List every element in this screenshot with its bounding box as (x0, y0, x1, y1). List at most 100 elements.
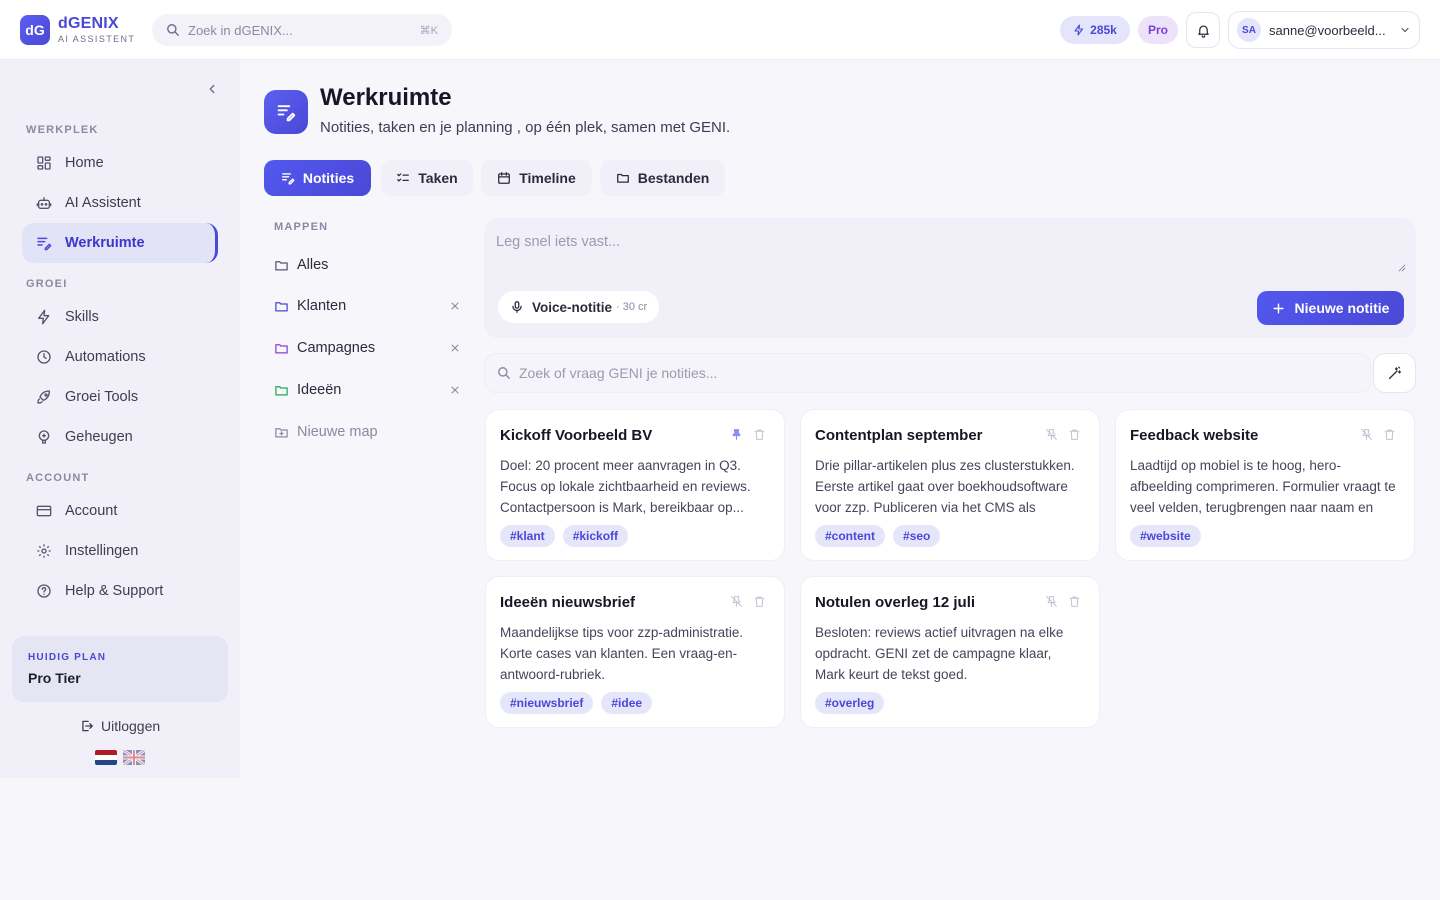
tab-bestanden[interactable]: Bestanden (600, 160, 725, 196)
global-search-input[interactable]: Zoek in dGENIX... ⌘K (152, 14, 452, 46)
sidebar-item-label: Werkruimte (65, 235, 145, 251)
note-body: Drie pillar-artikelen plus zes clusterst… (815, 458, 1075, 515)
gear-icon (35, 542, 53, 560)
search-icon (497, 366, 511, 380)
sidebar-item-geheugen[interactable]: Geheugen (22, 417, 218, 457)
sidebar-item-automations[interactable]: Automations (22, 337, 218, 377)
folder-icon (274, 383, 289, 398)
trash-icon[interactable] (753, 595, 766, 608)
resize-handle-icon[interactable] (1398, 264, 1406, 272)
note-tag[interactable]: #seo (893, 525, 941, 547)
sidebar-item-label: Geheugen (65, 429, 133, 445)
flag-uk-icon[interactable] (123, 750, 145, 765)
tab-timeline[interactable]: Timeline (481, 160, 592, 196)
help-icon (35, 582, 53, 600)
sidebar-item-instellingen[interactable]: Instellingen (22, 531, 218, 571)
calendar-icon (497, 171, 519, 185)
new-note-button[interactable]: Nieuwe notitie (1257, 291, 1404, 325)
app-name: dGENIX (58, 15, 119, 32)
robot-icon (35, 194, 53, 212)
pin-off-icon[interactable] (1045, 595, 1058, 608)
new-folder-label: Nieuwe map (297, 424, 378, 440)
current-plan-card[interactable]: HUIDIG PLAN Pro Tier (12, 636, 228, 702)
pin-off-icon[interactable] (1045, 428, 1058, 441)
microphone-icon (510, 300, 532, 314)
app-subtitle: AI ASSISTENT (58, 34, 136, 44)
note-tag[interactable]: #idee (601, 692, 653, 714)
note-tag[interactable]: #klant (500, 525, 555, 547)
flag-nl-icon[interactable] (95, 750, 117, 765)
brain-icon (35, 428, 53, 446)
sidebar-item-label: Automations (65, 349, 146, 365)
page-subtitle: Notities, taken en je planning , op één … (320, 119, 731, 136)
note-card[interactable]: Ideeën nieuwsbrief Maandelijkse tips voo… (485, 576, 785, 728)
sidebar-item-account[interactable]: Account (22, 491, 218, 531)
plan-badge[interactable]: Pro (1138, 16, 1178, 44)
plan-value: Pro Tier (28, 670, 81, 686)
trash-icon[interactable] (1068, 428, 1081, 441)
section-label-account: ACCOUNT (26, 472, 90, 484)
pin-off-icon[interactable] (1360, 428, 1373, 441)
note-tag[interactable]: #nieuwsbrief (500, 692, 594, 714)
pin-off-icon[interactable] (730, 595, 743, 608)
voice-note-button[interactable]: Voice-notitie · 30 cr (498, 291, 660, 323)
sidebar-item-home[interactable]: Home (22, 143, 218, 183)
quick-capture-textarea[interactable]: Leg snel iets vast... (496, 234, 620, 250)
notes-search-placeholder: Zoek of vraag GENI je notities... (519, 365, 718, 381)
folder-item-campagnes[interactable]: Campagnes (274, 335, 460, 361)
ai-search-button[interactable] (1373, 353, 1416, 393)
sidebar-item-ai-assistent[interactable]: AI Assistent (22, 183, 218, 223)
new-folder-button[interactable]: Nieuwe map (274, 419, 460, 445)
lightning-icon (1073, 24, 1090, 36)
close-icon[interactable] (450, 343, 460, 353)
note-tag[interactable]: #overleg (815, 692, 885, 714)
search-placeholder: Zoek in dGENIX... (188, 22, 293, 38)
chevron-down-icon (1399, 24, 1411, 36)
rocket-icon (35, 388, 53, 406)
note-tag[interactable]: #kickoff (562, 525, 629, 547)
notes-edit-icon (35, 234, 53, 252)
folder-item-alles[interactable]: Alles (274, 252, 460, 278)
app-logo[interactable]: dG dGENIX AI ASSISTENT (20, 15, 135, 45)
collapse-sidebar-icon[interactable] (205, 82, 219, 96)
sidebar-item-werkruimte[interactable]: Werkruimte (22, 223, 218, 263)
close-icon[interactable] (450, 385, 460, 395)
sidebar-item-help-support[interactable]: Help & Support (22, 571, 218, 611)
tab-notities[interactable]: Notities (264, 160, 371, 196)
section-label-werkplek: WERKPLEK (26, 124, 99, 136)
sidebar-item-label: Help & Support (65, 583, 164, 599)
folder-label: Campagnes (297, 340, 376, 356)
user-menu[interactable]: SA sanne@voorbeeld... (1228, 11, 1420, 49)
new-note-label: Nieuwe notitie (1294, 300, 1390, 316)
note-tag[interactable]: #content (815, 525, 886, 547)
tab-taken[interactable]: Taken (381, 160, 473, 196)
sidebar-item-label: Groei Tools (65, 389, 139, 405)
trash-icon[interactable] (1068, 595, 1081, 608)
notifications-button[interactable] (1186, 12, 1220, 48)
sidebar-item-skills[interactable]: Skills (22, 297, 218, 337)
trash-icon[interactable] (1383, 428, 1396, 441)
close-icon[interactable] (450, 301, 460, 311)
tab-label: Taken (418, 170, 458, 186)
note-card[interactable]: Kickoff Voorbeeld BV Doel: 20 procent me… (485, 409, 785, 561)
search-shortcut: ⌘K (419, 24, 438, 37)
folder-item-ideeen[interactable]: Ideeën (274, 377, 460, 403)
note-card[interactable]: Feedback website Laadtijd op mobiel is t… (1115, 409, 1415, 561)
note-card[interactable]: Notulen overleg 12 juli Besloten: review… (800, 576, 1100, 728)
note-tag[interactable]: #website (1130, 525, 1201, 547)
logout-button[interactable]: Uitloggen (80, 718, 160, 734)
sidebar-item-label: Account (65, 503, 118, 519)
pin-icon[interactable] (730, 428, 743, 441)
folder-label: Ideeën (297, 382, 342, 398)
sidebar-item-groei-tools[interactable]: Groei Tools (22, 377, 218, 417)
plan-label: HUIDIG PLAN (28, 652, 107, 663)
note-body: Doel: 20 procent meer aanvragen in Q3. F… (500, 458, 751, 515)
folder-item-klanten[interactable]: Klanten (274, 293, 460, 319)
notes-search-input[interactable]: Zoek of vraag GENI je notities... (484, 353, 1371, 393)
voice-note-cost: · 30 cr (616, 301, 648, 313)
plus-icon (1272, 302, 1295, 315)
note-card[interactable]: Contentplan september Drie pillar-artike… (800, 409, 1100, 561)
credits-badge[interactable]: 285k (1060, 16, 1130, 44)
section-label-groei: GROEI (26, 278, 68, 290)
trash-icon[interactable] (753, 428, 766, 441)
